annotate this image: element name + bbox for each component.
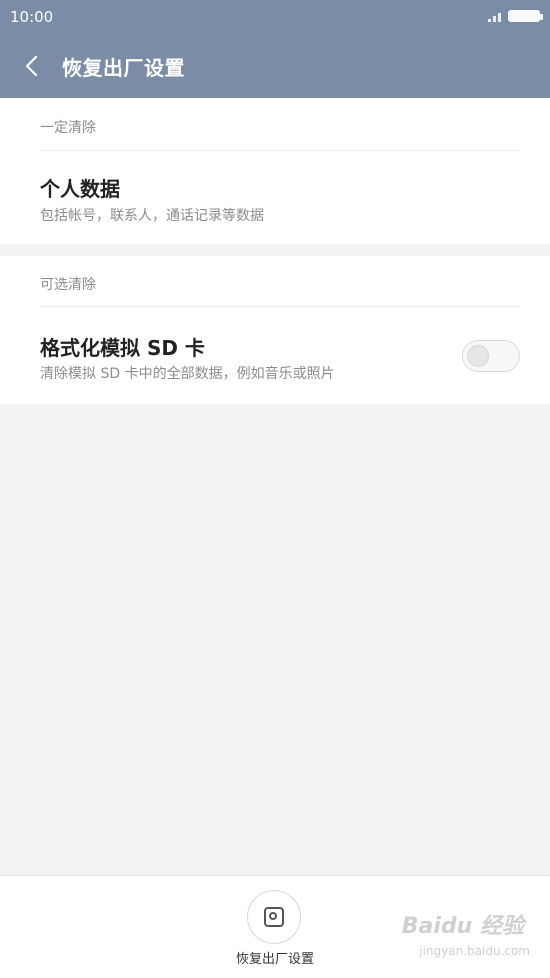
factory-reset-button[interactable] [247,890,301,944]
personal-data-title: 个人数据 [40,177,120,201]
signal-icon [488,10,502,22]
format-sd-toggle[interactable] [462,340,520,372]
page-title: 恢复出厂设置 [62,56,185,80]
section-header-required: 一定清除 [40,120,96,136]
status-icons [488,10,543,22]
title-bar: 恢复出厂设置 [0,34,550,98]
format-sd-title: 格式化模拟 SD 卡 [40,336,205,360]
status-time: 10:00 [10,8,54,26]
watermark-url: jingyan.baidu.com [419,944,530,958]
format-sd-subtitle: 清除模拟 SD 卡中的全部数据，例如音乐或照片 [40,366,335,382]
toggle-knob [467,345,489,367]
divider [40,150,520,151]
required-clear-section: 一定清除 个人数据 包括帐号，联系人，通话记录等数据 [0,98,550,244]
divider [40,306,520,307]
personal-data-subtitle: 包括帐号，联系人，通话记录等数据 [40,208,264,224]
status-bar: 10:00 [0,0,550,34]
watermark: Baidu 经验 [401,914,524,939]
back-arrow-icon[interactable] [18,52,46,80]
reset-icon [264,907,284,927]
battery-icon [508,10,543,22]
optional-clear-section: 可选清除 格式化模拟 SD 卡 清除模拟 SD 卡中的全部数据，例如音乐或照片 [0,256,550,404]
section-header-optional: 可选清除 [40,277,96,293]
